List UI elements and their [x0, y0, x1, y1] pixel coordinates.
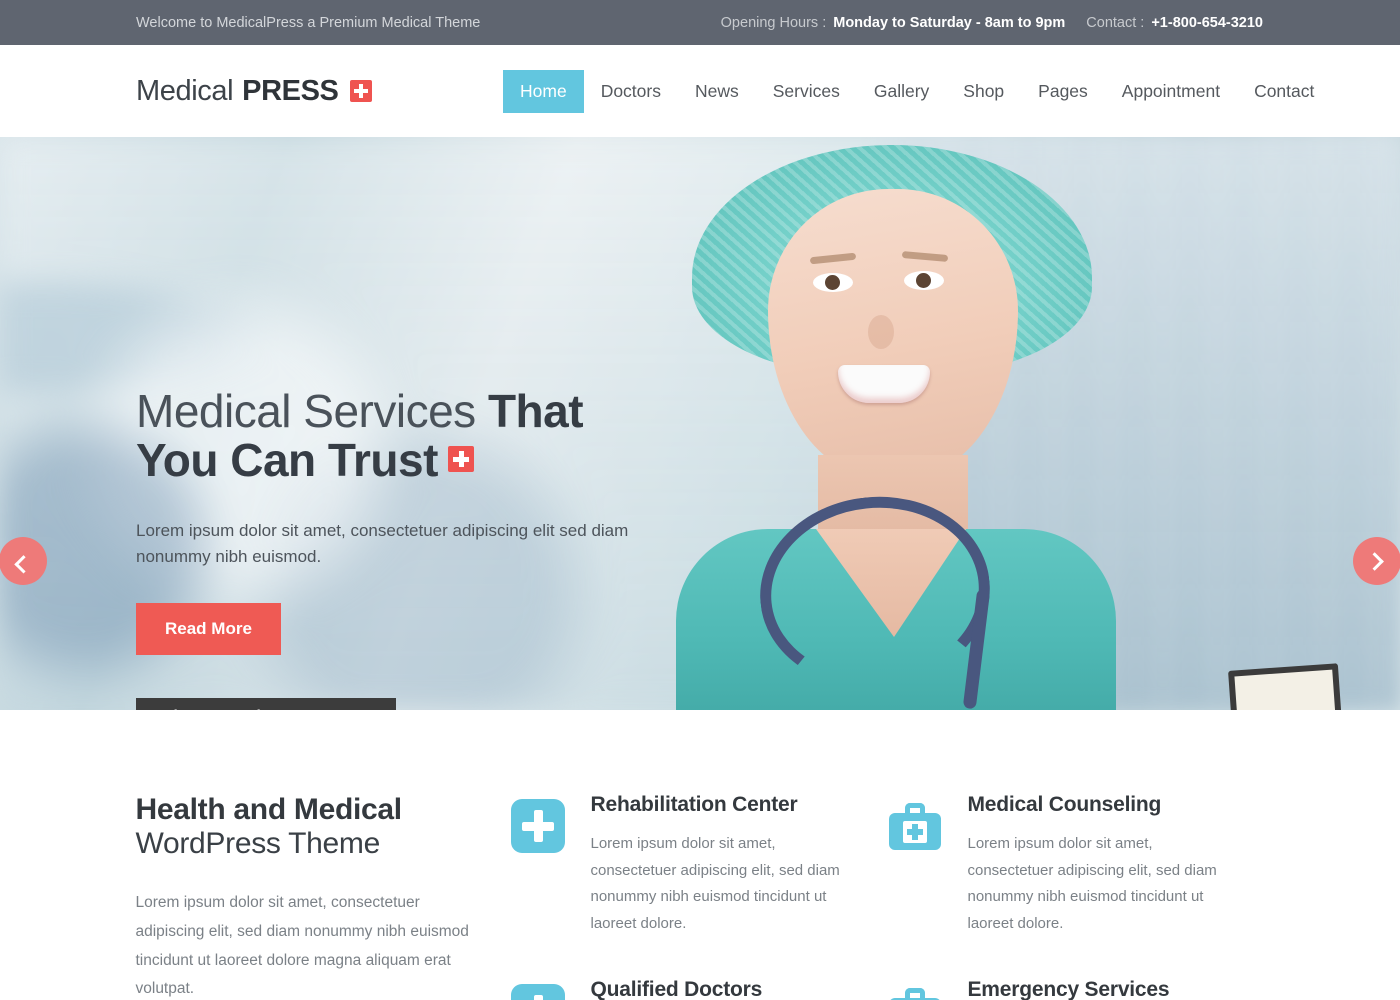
slider-next-button[interactable] — [1353, 537, 1400, 585]
nav-item-appointment[interactable]: Appointment — [1105, 70, 1237, 113]
top-bar: Welcome to MedicalPress a Premium Medica… — [0, 0, 1400, 45]
feature-item: Rehabilitation Center Lorem ipsum dolor … — [510, 793, 888, 978]
medical-cross-icon — [350, 80, 373, 102]
topbar-info: Opening Hours : Monday to Saturday - 8am… — [721, 15, 1263, 31]
eye-left — [813, 273, 853, 292]
feature-text: Lorem ipsum dolor sit amet, consectetuer… — [590, 835, 840, 933]
contact-phone[interactable]: +1-800-654-3210 — [1151, 15, 1263, 31]
medical-kit-icon — [888, 799, 942, 853]
nav-item-news[interactable]: News — [678, 70, 756, 113]
nav-item-gallery[interactable]: Gallery — [857, 70, 946, 113]
feature-body: Rehabilitation Center Lorem ipsum dolor … — [591, 793, 856, 938]
features-heading-bold: Health and Medical — [135, 793, 403, 826]
feature-text: Lorem ipsum dolor sit amet, consectetuer… — [967, 835, 1217, 933]
features-intro: Health and Medical WordPress Theme Lorem… — [136, 793, 511, 1000]
features-section: Health and Medical WordPress Theme Lorem… — [0, 710, 1400, 1000]
feature-body: Emergency Services Lorem ipsum dolor sit… — [968, 978, 1233, 1000]
nav-item-shop[interactable]: Shop — [946, 70, 1021, 113]
main-navigation: Home Doctors News Services Gallery Shop … — [503, 69, 1331, 113]
opening-hours-label: Opening Hours : — [720, 14, 827, 31]
feature-item: Emergency Services Lorem ipsum dolor sit… — [888, 978, 1265, 1000]
opening-hours-value: Monday to Saturday - 8am to 9pm — [833, 14, 1066, 31]
features-inner: Health and Medical WordPress Theme Lorem… — [136, 793, 1265, 1000]
hero-title-light: Medical Services — [136, 385, 488, 437]
site-header: Medical PRESS Home Doctors News Services… — [0, 45, 1400, 137]
hero-title: Medical Services That You Can Trust — [136, 387, 696, 485]
logo-text-bold: PRESS — [242, 74, 339, 107]
nav-item-home[interactable]: Home — [503, 69, 584, 113]
contact-label: Contact : — [1086, 14, 1145, 31]
read-more-button[interactable]: Read More — [136, 603, 281, 656]
medical-kit-icon — [888, 984, 942, 1000]
hero-content: Medical Services That You Can Trust Lore… — [136, 137, 696, 656]
nav-item-contact[interactable]: Contact — [1237, 70, 1331, 113]
hero-title-bold-2: You Can Trust — [136, 433, 438, 486]
chevron-left-icon — [13, 554, 33, 574]
features-heading: Health and Medical WordPress Theme — [136, 793, 471, 861]
nav-item-doctors[interactable]: Doctors — [584, 70, 678, 113]
nurse-photo — [640, 137, 1342, 710]
hero-slider: Medical Services That You Can Trust Lore… — [0, 137, 1400, 710]
nav-item-pages[interactable]: Pages — [1021, 70, 1105, 113]
feature-title: Emergency Services — [967, 977, 1170, 1000]
logo-text-light: Medical — [136, 74, 234, 107]
appointment-toggle[interactable]: Make an Appointment — [136, 698, 396, 710]
features-paragraph: Lorem ipsum dolor sit amet, consectetuer… — [135, 894, 469, 998]
slider-prev-button[interactable] — [0, 537, 47, 585]
feature-title: Medical Counseling — [967, 793, 1162, 816]
feature-item: Medical Counseling Lorem ipsum dolor sit… — [888, 793, 1265, 978]
nose — [868, 315, 894, 349]
plus-square-icon — [510, 983, 565, 1000]
feature-title: Qualified Doctors — [590, 977, 763, 1000]
hero-title-bold-1: That — [487, 385, 584, 437]
chevron-right-icon — [1364, 551, 1384, 571]
nav-item-services[interactable]: Services — [756, 70, 857, 113]
appointment-form: Make an Appointment — [136, 698, 1265, 710]
eye-right — [904, 271, 944, 290]
feature-body: Qualified Doctors Lorem ipsum dolor sit … — [591, 978, 856, 1000]
medical-cross-icon — [447, 445, 474, 472]
feature-body: Medical Counseling Lorem ipsum dolor sit… — [968, 793, 1233, 938]
site-logo[interactable]: Medical PRESS — [136, 74, 373, 108]
plus-square-icon — [510, 799, 565, 853]
welcome-message: Welcome to MedicalPress a Premium Medica… — [136, 14, 481, 31]
feature-title: Rehabilitation Center — [590, 793, 798, 816]
hero-subtitle: Lorem ipsum dolor sit amet, consectetuer… — [136, 520, 629, 567]
features-list: Rehabilitation Center Lorem ipsum dolor … — [510, 793, 1265, 1000]
features-heading-light: WordPress Theme — [135, 827, 381, 861]
feature-item: Qualified Doctors Lorem ipsum dolor sit … — [510, 978, 888, 1000]
smile — [838, 365, 930, 403]
